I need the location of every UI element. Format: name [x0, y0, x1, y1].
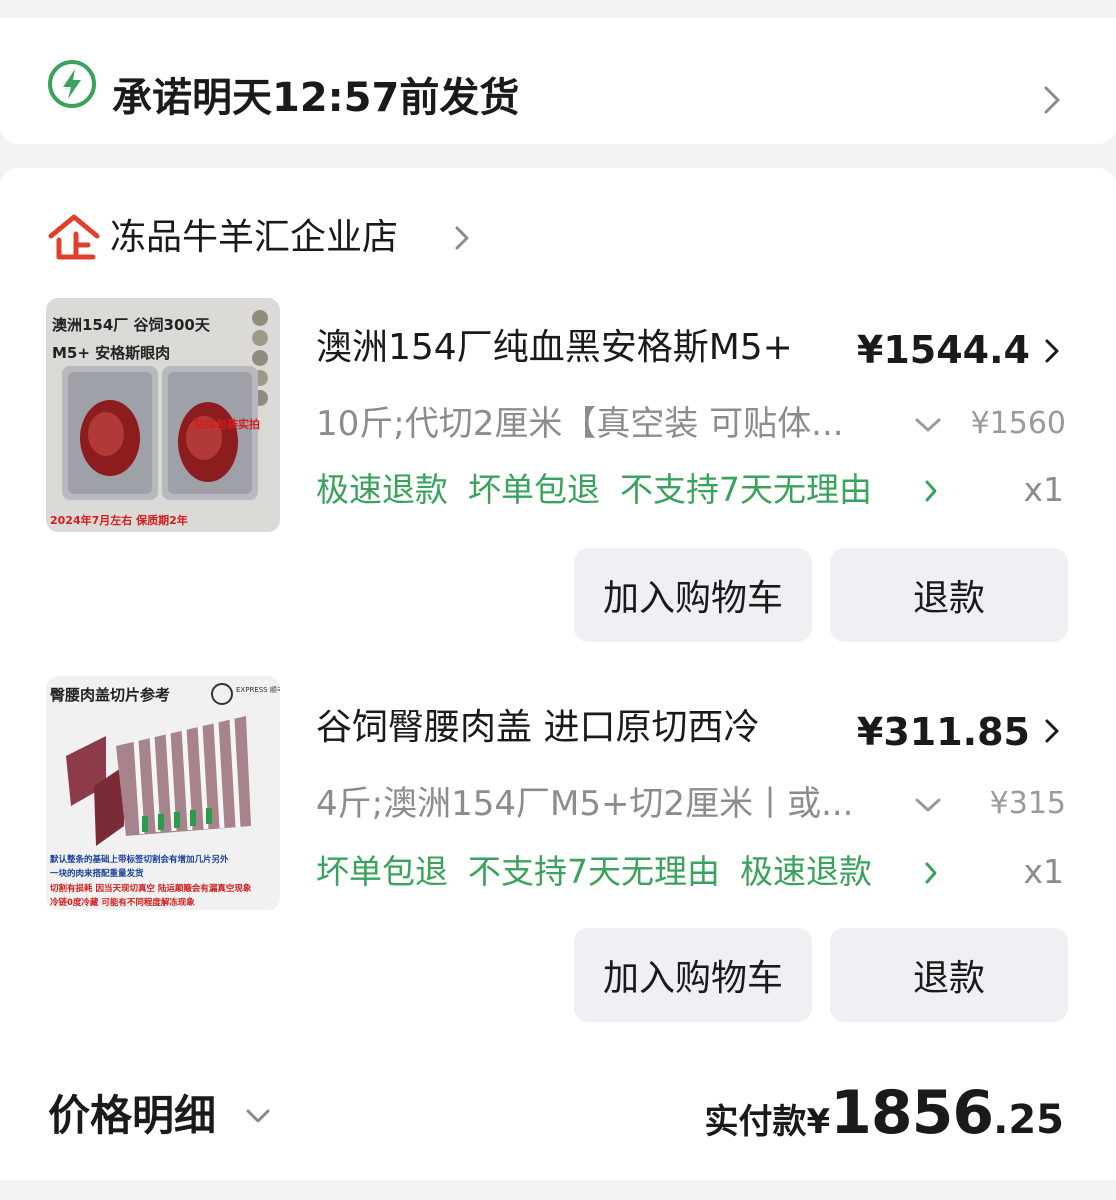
add-to-cart-button[interactable]: 加入购物车	[574, 928, 812, 1022]
image-caption: 冷链0度冷藏 可能有不同程度解冻现象	[50, 897, 195, 908]
quantity: x1	[1023, 470, 1064, 509]
product-title[interactable]: 澳洲154厂纯血黑安格斯M5+	[316, 324, 793, 372]
service-tag: 极速退款	[316, 470, 448, 509]
chevron-right-icon[interactable]	[1043, 336, 1061, 366]
service-tag: 不支持7天无理由	[620, 470, 872, 509]
chevron-right-icon[interactable]	[1043, 716, 1061, 746]
chevron-right-icon[interactable]	[1040, 82, 1064, 118]
quantity: x1	[1023, 852, 1064, 891]
image-caption: 一块的肉来搭配重量发货	[50, 868, 144, 879]
chevron-right-icon[interactable]	[924, 860, 938, 886]
enterprise-icon	[48, 214, 100, 260]
image-caption: 2024年7月左右 保质期2年	[50, 513, 188, 527]
product-image[interactable]: 臀腰肉盖切片参考 EXPRESS 顺丰冷链 默认整条的基础上带标签切割会有增加几…	[46, 676, 280, 910]
image-caption: 臀腰肉盖切片参考	[50, 686, 170, 704]
delivery-card[interactable]: 承诺明天12:57前发货	[0, 18, 1116, 144]
store-name[interactable]: 冻品牛羊汇企业店	[110, 212, 398, 264]
add-to-cart-button[interactable]: 加入购物车	[574, 548, 812, 642]
delivery-promise: 承诺明天12:57前发货	[112, 75, 520, 121]
original-price: ¥1560	[970, 406, 1066, 441]
image-caption: EXPRESS 顺丰冷链	[236, 685, 280, 694]
service-tag: 不支持7天无理由	[468, 852, 720, 891]
price-detail-toggle[interactable]: 价格明细	[48, 1086, 216, 1146]
service-tag: 极速退款	[740, 852, 872, 891]
product-price: ¥1544.4	[856, 328, 1030, 372]
chevron-down-icon[interactable]	[244, 1106, 272, 1126]
service-tag: 坏单包退	[468, 470, 600, 509]
image-caption: 贴体包装实拍	[193, 417, 260, 431]
image-caption: M5+ 安格斯眼肉	[52, 344, 170, 362]
product-price: ¥311.85	[856, 710, 1030, 754]
service-tags[interactable]: 坏单包退 不支持7天无理由 极速退款	[316, 850, 872, 894]
product-title[interactable]: 谷饲臀腰肉盖 进口原切西冷	[316, 704, 759, 752]
service-tags[interactable]: 极速退款 坏单包退 不支持7天无理由	[316, 468, 872, 512]
original-price: ¥315	[989, 786, 1066, 821]
paid-decimal: .25	[993, 1097, 1064, 1143]
chevron-down-icon[interactable]	[914, 796, 942, 814]
lightning-icon	[48, 60, 96, 108]
chevron-right-icon[interactable]	[924, 478, 938, 504]
service-tag: 坏单包退	[316, 852, 448, 891]
chevron-down-icon[interactable]	[914, 416, 942, 434]
image-caption: 默认整条的基础上带标签切割会有增加几片另外	[50, 854, 229, 865]
product-spec[interactable]: 4斤;澳洲154厂M5+切2厘米丨或...	[316, 782, 854, 826]
product-spec[interactable]: 10斤;代切2厘米【真空装 可贴体...	[316, 402, 844, 446]
paid-integer: 1856	[830, 1078, 994, 1148]
paid-total: 实付款¥1856.25	[704, 1076, 1064, 1165]
paid-label: 实付款¥	[704, 1102, 831, 1142]
product-image[interactable]: 澳洲154厂 谷饲300天 M5+ 安格斯眼肉 贴体包装实拍 2024年7月左右…	[46, 298, 280, 532]
refund-button[interactable]: 退款	[830, 928, 1068, 1022]
image-caption: 切割有损耗 因当天现切真空 陆运颠簸会有漏真空现象	[50, 883, 252, 894]
chevron-right-icon[interactable]	[452, 222, 472, 254]
image-caption: 澳洲154厂 谷饲300天	[52, 316, 211, 334]
refund-button[interactable]: 退款	[830, 548, 1068, 642]
